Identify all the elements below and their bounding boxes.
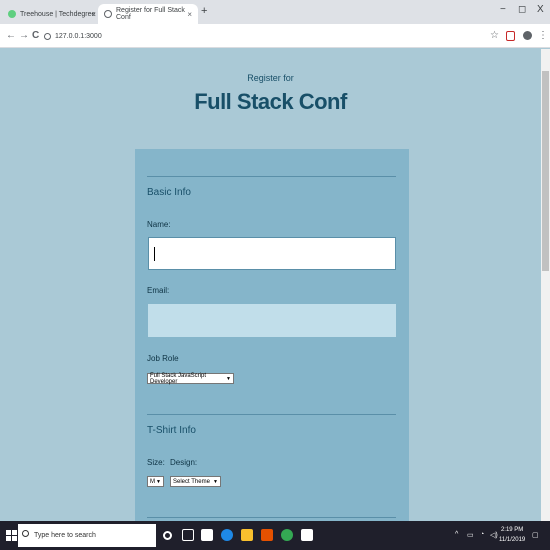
chevron-down-icon: ▼	[226, 375, 231, 382]
design-selected: Select Theme	[173, 478, 210, 485]
size-selected: M	[150, 478, 155, 485]
email-input[interactable]	[148, 304, 396, 337]
restore-icon[interactable]: ◻	[518, 4, 526, 15]
close-window-icon[interactable]: X	[537, 4, 544, 15]
job-role-label: Job Role	[147, 354, 179, 363]
clock-date: 11/1/2019	[499, 537, 526, 543]
page-title: Full Stack Conf	[194, 89, 347, 114]
page-pre-title: Register for	[247, 73, 294, 83]
cortana-icon[interactable]	[163, 531, 172, 540]
text-caret	[154, 247, 155, 261]
browser-tab-bar: Treehouse | Techdegree × Register for Fu…	[0, 0, 550, 24]
taskbar-search-input[interactable]: Type here to search	[18, 524, 156, 547]
scrollbar-thumb[interactable]	[542, 71, 549, 271]
extension-icon[interactable]	[506, 31, 515, 41]
network-icon[interactable]: ◔	[480, 531, 484, 538]
size-select[interactable]: M ▼	[147, 476, 164, 487]
design-select[interactable]: Select Theme ▼	[170, 476, 221, 487]
tab-treehouse[interactable]: Treehouse | Techdegree ×	[2, 4, 102, 24]
taskbar-clock[interactable]: 2:19 PM 11/1/2019	[499, 525, 525, 545]
volume-icon[interactable]: ◁)	[490, 531, 498, 539]
job-role-selected: Full Stack JavaScript Developer	[150, 372, 207, 385]
photos-icon[interactable]	[301, 529, 313, 541]
chevron-down-icon: ▼	[156, 478, 161, 485]
windows-taskbar: Type here to search ^ ▭ ◔ ◁) 2:19 PM 11/…	[0, 521, 550, 550]
task-view-icon[interactable]	[182, 529, 194, 541]
page-viewport: Register for Full Stack Conf Basic Info …	[0, 49, 541, 529]
notifications-icon[interactable]: ▢	[532, 531, 539, 539]
address-bar[interactable]: 127.0.0.1:3000	[44, 28, 504, 44]
design-label: Design:	[170, 458, 198, 467]
tshirt-info-legend: T-Shirt Info	[147, 425, 196, 436]
search-placeholder: Type here to search	[34, 532, 96, 539]
size-label: Size:	[147, 458, 165, 467]
forward-icon[interactable]: →	[19, 30, 29, 41]
mail-icon[interactable]	[201, 529, 213, 541]
url-text: 127.0.0.1:3000	[55, 32, 102, 40]
edge-icon[interactable]	[221, 529, 233, 541]
tab-register[interactable]: Register for Full Stack Conf ×	[98, 4, 198, 24]
globe-favicon-icon	[104, 10, 112, 18]
reload-icon[interactable]: C	[32, 30, 39, 41]
windows-start-icon[interactable]	[6, 530, 17, 541]
treehouse-favicon-icon	[8, 10, 16, 18]
fieldset-divider	[147, 176, 396, 177]
bookmark-star-icon[interactable]: ☆	[490, 30, 499, 41]
profile-avatar-icon[interactable]	[523, 31, 532, 40]
minimize-icon[interactable]: −	[500, 4, 506, 15]
info-icon[interactable]	[44, 32, 51, 40]
chevron-down-icon: ▼	[213, 478, 218, 485]
vertical-scrollbar[interactable]	[541, 49, 550, 521]
clock-time: 2:19 PM	[500, 527, 524, 533]
email-label: Email:	[147, 286, 170, 295]
menu-kebab-icon[interactable]: ⋮	[538, 30, 548, 41]
back-icon[interactable]: ←	[6, 30, 16, 41]
browser-toolbar: ← → C 127.0.0.1:3000 ☆ ⋮	[0, 24, 550, 48]
tab-label: Treehouse | Techdegree	[20, 10, 96, 18]
basic-info-legend: Basic Info	[147, 187, 191, 198]
job-role-select[interactable]: Full Stack JavaScript Developer ▼	[147, 372, 234, 385]
tab-close-icon[interactable]: ×	[91, 10, 96, 19]
registration-form: Basic Info Name: Email: Job Role Full St…	[135, 149, 409, 529]
new-tab-button[interactable]: +	[201, 5, 207, 17]
chrome-icon[interactable]	[281, 529, 293, 541]
fieldset-divider	[147, 414, 396, 415]
fieldset-divider	[147, 517, 396, 518]
sublime-icon[interactable]	[261, 529, 273, 541]
tab-label: Register for Full Stack Conf	[116, 7, 185, 21]
battery-icon[interactable]: ▭	[467, 531, 474, 539]
name-label: Name:	[147, 220, 171, 229]
tab-close-icon[interactable]: ×	[187, 10, 192, 19]
search-icon	[22, 530, 29, 537]
file-explorer-icon[interactable]	[241, 529, 253, 541]
name-input[interactable]	[148, 237, 396, 270]
chevron-up-icon[interactable]: ^	[455, 531, 458, 538]
